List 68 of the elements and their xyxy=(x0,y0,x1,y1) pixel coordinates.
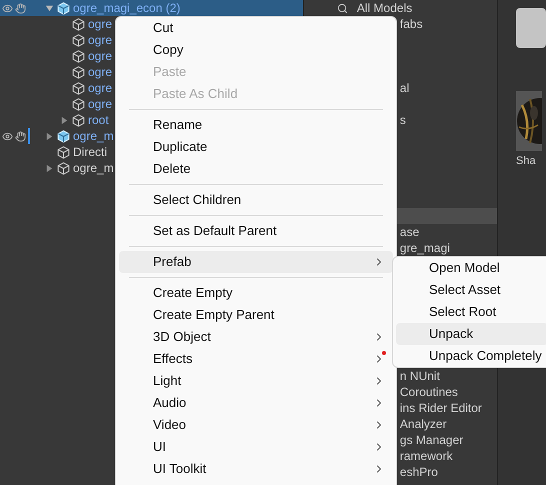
eye-icon[interactable] xyxy=(2,130,13,142)
search-icon xyxy=(336,2,348,14)
menu-item[interactable]: 3D Object xyxy=(119,326,393,348)
expanded-arrow-icon[interactable] xyxy=(45,4,54,12)
object-name[interactable]: Directi xyxy=(73,144,108,160)
menu-item[interactable]: Create Empty Parent xyxy=(119,304,393,326)
menu-item[interactable]: Unpack Completely xyxy=(396,345,546,367)
menu-item[interactable]: Create Empty xyxy=(119,282,393,304)
menu-item[interactable]: Select Children xyxy=(119,189,393,211)
cube-icon xyxy=(72,18,85,30)
modified-marker xyxy=(28,128,30,144)
asset-label: Sha xyxy=(516,154,536,169)
folder-name[interactable]: n NUnit xyxy=(400,368,440,384)
cube-icon xyxy=(57,146,70,158)
folder-name[interactable]: gs Manager xyxy=(400,432,464,448)
prefab-cube-icon xyxy=(57,2,70,14)
hand-icon[interactable] xyxy=(15,130,26,142)
folder-name[interactable]: gre_magi xyxy=(400,240,450,256)
menu-item[interactable]: Audio xyxy=(119,392,393,414)
menu-item[interactable]: Light xyxy=(119,370,393,392)
cube-icon xyxy=(72,82,85,94)
menu-item[interactable]: Delete xyxy=(119,158,393,180)
object-name[interactable]: ogre xyxy=(88,80,112,96)
cube-icon xyxy=(72,98,85,110)
menu-item[interactable]: Duplicate xyxy=(119,136,393,158)
folder-name[interactable]: Analyzer xyxy=(400,416,447,432)
folder-name[interactable]: Coroutines xyxy=(400,384,458,400)
menu-item[interactable]: Rename xyxy=(119,114,393,136)
menu-item[interactable]: UI Toolkit xyxy=(119,458,393,480)
eye-icon[interactable] xyxy=(2,2,13,14)
prefab-cube-icon xyxy=(57,130,70,142)
menu-item[interactable]: Unpack xyxy=(396,323,546,345)
object-name[interactable]: ogre xyxy=(88,48,112,64)
cube-icon xyxy=(72,34,85,46)
menu-item[interactable]: Select Root xyxy=(396,301,546,323)
folder-name[interactable]: ase xyxy=(400,224,420,240)
cube-icon xyxy=(72,50,85,62)
folder-name[interactable]: eshPro xyxy=(400,464,438,480)
folder-name[interactable]: ramework xyxy=(400,448,453,464)
folder-name[interactable]: s xyxy=(400,112,406,128)
menu-item[interactable]: Effects xyxy=(119,348,393,370)
collapsed-arrow-icon[interactable] xyxy=(60,116,69,124)
menu-item[interactable]: Select Asset xyxy=(396,279,546,301)
collapsed-arrow-icon[interactable] xyxy=(45,164,54,172)
collapsed-arrow-icon[interactable] xyxy=(45,132,54,140)
object-name[interactable]: ogre_m xyxy=(73,160,114,176)
menu-item[interactable]: Open Model xyxy=(396,257,546,279)
menu-item[interactable]: Prefab xyxy=(119,251,393,273)
cube-icon xyxy=(57,162,70,174)
object-name[interactable]: root xyxy=(88,112,109,128)
menu-item[interactable]: Video xyxy=(119,414,393,436)
object-name[interactable]: ogre xyxy=(88,96,112,112)
menu-item[interactable]: UI xyxy=(119,436,393,458)
object-name[interactable]: ogre xyxy=(88,32,112,48)
folder-name[interactable]: al xyxy=(400,80,410,96)
hand-icon[interactable] xyxy=(15,2,26,14)
menu-item[interactable]: Cut xyxy=(119,17,393,39)
menu-item[interactable]: Copy xyxy=(119,39,393,61)
menu-item[interactable]: Set as Default Parent xyxy=(119,220,393,242)
object-name[interactable]: ogre xyxy=(88,16,112,32)
object-name[interactable]: ogre_m xyxy=(73,128,114,144)
asset-tile[interactable] xyxy=(516,8,546,48)
folder-name[interactable]: fabs xyxy=(400,16,423,32)
cube-icon xyxy=(72,66,85,78)
cube-icon xyxy=(72,114,85,126)
saved-search[interactable]: All Models xyxy=(356,0,412,16)
folder-name[interactable]: ins Rider Editor xyxy=(400,400,482,416)
object-name[interactable]: ogre xyxy=(88,64,112,80)
